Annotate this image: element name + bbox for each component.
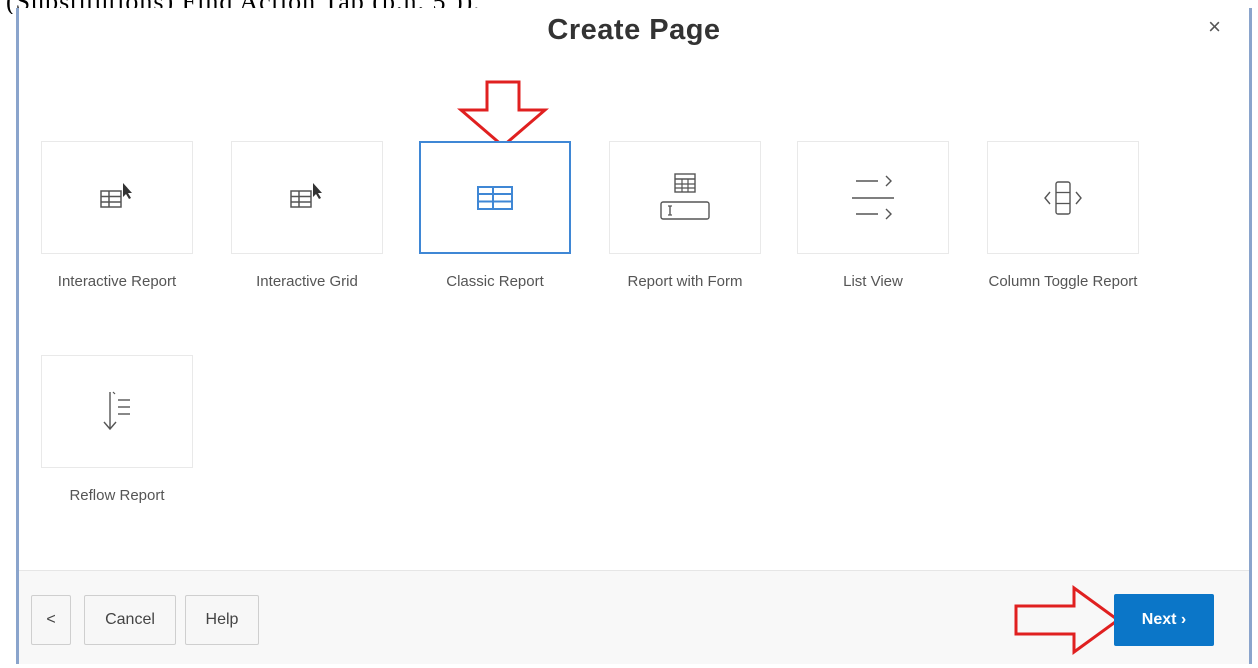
tile-interactive-grid[interactable]	[231, 141, 383, 254]
annotation-arrow-down-icon	[457, 80, 549, 148]
tile-report-with-form[interactable]	[609, 141, 761, 254]
classic-report-icon	[477, 185, 513, 210]
chevron-left-icon: <	[46, 611, 56, 628]
interactive-grid-icon	[290, 182, 322, 208]
tile-list-view[interactable]	[797, 141, 949, 254]
help-button[interactable]: Help	[185, 595, 259, 645]
list-view-icon	[852, 175, 894, 219]
report-with-form-icon	[660, 172, 710, 220]
tile-column-toggle-report[interactable]	[987, 141, 1139, 254]
cancel-button[interactable]: Cancel	[84, 595, 176, 645]
tile-label-report-with-form: Report with Form	[627, 273, 743, 290]
interactive-report-icon	[100, 182, 132, 208]
tile-label-interactive-report: Interactive Report	[57, 273, 177, 290]
tile-interactive-report[interactable]	[41, 141, 193, 254]
tile-label-interactive-grid: Interactive Grid	[256, 273, 358, 290]
dialog-title: Create Page	[547, 14, 721, 46]
next-button[interactable]: Next ›	[1114, 594, 1214, 646]
tile-classic-report[interactable]	[419, 141, 571, 254]
tile-label-reflow-report: Reflow Report	[69, 487, 165, 504]
tile-label-classic-report: Classic Report	[446, 273, 544, 290]
annotation-arrow-right-icon	[1014, 585, 1121, 655]
back-button[interactable]: <	[31, 595, 71, 645]
column-toggle-icon	[1044, 180, 1082, 215]
close-button[interactable]: ×	[1208, 16, 1221, 38]
tile-label-list-view: List View	[843, 273, 903, 290]
create-page-dialog: Create Page × Interactive Report Interac…	[16, 8, 1252, 664]
reflow-report-icon	[103, 391, 130, 430]
tile-reflow-report[interactable]	[41, 355, 193, 468]
tile-label-column-toggle-report: Column Toggle Report	[988, 273, 1138, 290]
